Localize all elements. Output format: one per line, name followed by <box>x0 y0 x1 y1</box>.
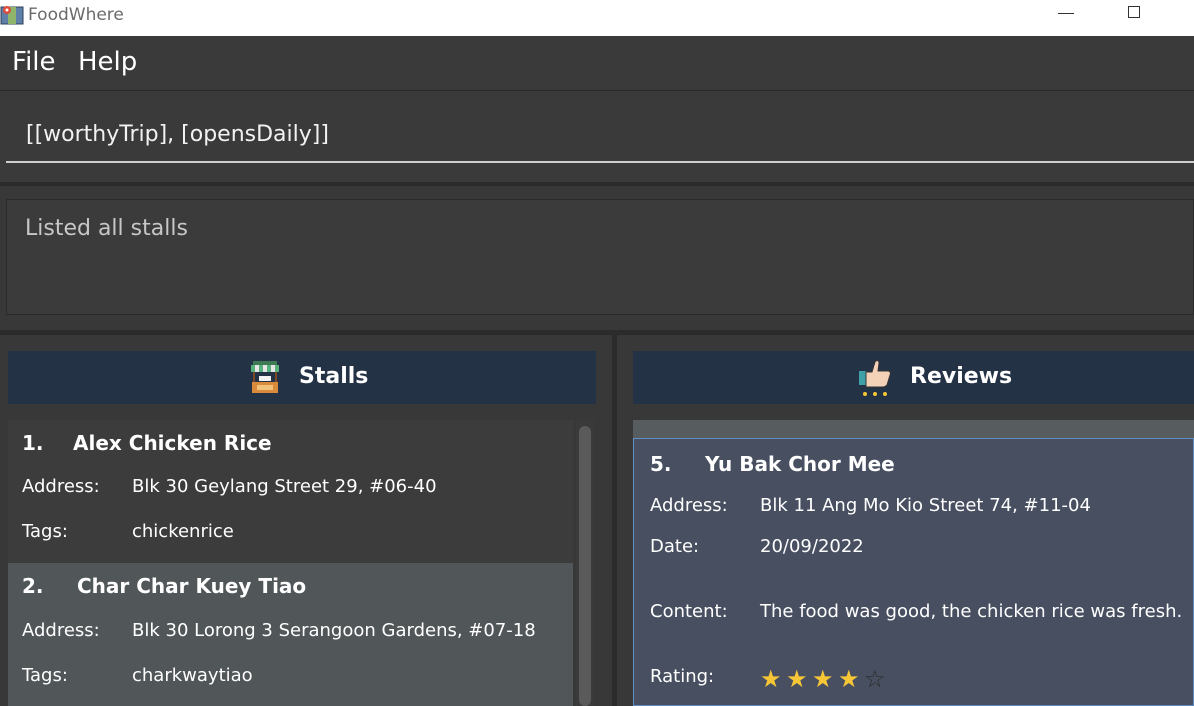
tags-label: Tags: <box>22 665 68 686</box>
stall-tags: chickenrice <box>132 521 234 542</box>
divider <box>0 330 1194 335</box>
maximize-button[interactable] <box>1128 6 1140 18</box>
star-filled-icon: ★ <box>812 665 834 693</box>
map-icon <box>0 6 24 25</box>
panel-splitter[interactable] <box>612 335 617 706</box>
address-label: Address: <box>650 495 728 516</box>
scrollbar-thumb[interactable] <box>579 426 591 706</box>
review-address: Blk 11 Ang Mo Kio Street 74, #11-04 <box>760 495 1091 516</box>
stall-card[interactable]: 2. Char Char Kuey Tiao Address: Blk 30 L… <box>8 563 573 706</box>
review-index: 5. <box>650 452 672 476</box>
star-filled-icon: ★ <box>786 665 808 693</box>
tags-label: Tags: <box>22 521 68 542</box>
stall-index: 2. <box>22 574 44 598</box>
reviews-panel-header: Reviews <box>633 351 1194 404</box>
review-content: The food was good, the chicken rice was … <box>760 601 1183 622</box>
result-message: Listed all stalls <box>25 216 188 241</box>
command-input-value: [[worthyTrip], [opensDaily]] <box>26 122 329 147</box>
stalls-panel-title: Stalls <box>299 364 369 389</box>
address-label: Address: <box>22 620 100 641</box>
menu-help[interactable]: Help <box>78 47 137 77</box>
divider <box>0 182 1194 186</box>
review-date: 20/09/2022 <box>760 536 864 557</box>
stalls-panel-header: Stalls <box>8 351 596 404</box>
window-title: FoodWhere <box>28 5 124 25</box>
menu-file[interactable]: File <box>12 47 56 77</box>
review-card[interactable]: 5. Yu Bak Chor Mee Address: Blk 11 Ang M… <box>633 438 1194 706</box>
stall-index: 1. <box>22 431 44 455</box>
content-label: Content: <box>650 601 728 622</box>
rating-label: Rating: <box>650 666 715 687</box>
result-display: Listed all stalls <box>6 199 1194 315</box>
window-titlebar: FoodWhere <box>0 0 1194 36</box>
stall-name: Alex Chicken Rice <box>73 431 272 455</box>
stall-address: Blk 30 Geylang Street 29, #06-40 <box>132 476 437 497</box>
minimize-button[interactable] <box>1058 13 1074 14</box>
reviews-panel-title: Reviews <box>910 364 1013 389</box>
star-filled-icon: ★ <box>838 665 860 693</box>
review-stall-name: Yu Bak Chor Mee <box>705 452 895 476</box>
stall-name: Char Char Kuey Tiao <box>77 574 307 598</box>
stalls-scrollbar[interactable] <box>576 420 594 706</box>
list-item[interactable] <box>633 420 1194 438</box>
star-filled-icon: ★ <box>760 665 782 693</box>
date-label: Date: <box>650 536 700 557</box>
stall-icon <box>251 361 279 393</box>
thumbs-up-review-icon <box>859 360 891 396</box>
rating-stars: ★ ★ ★ ★ ☆ <box>760 665 890 693</box>
menu-bar: File Help <box>0 36 1194 89</box>
stall-card[interactable]: 1. Alex Chicken Rice Address: Blk 30 Gey… <box>8 420 573 563</box>
stall-tags: charkwaytiao <box>132 665 253 686</box>
address-label: Address: <box>22 476 100 497</box>
command-input[interactable]: [[worthyTrip], [opensDaily]] <box>6 108 1194 163</box>
stall-address: Blk 30 Lorong 3 Serangoon Gardens, #07-1… <box>132 620 536 641</box>
star-empty-icon: ☆ <box>864 665 886 693</box>
